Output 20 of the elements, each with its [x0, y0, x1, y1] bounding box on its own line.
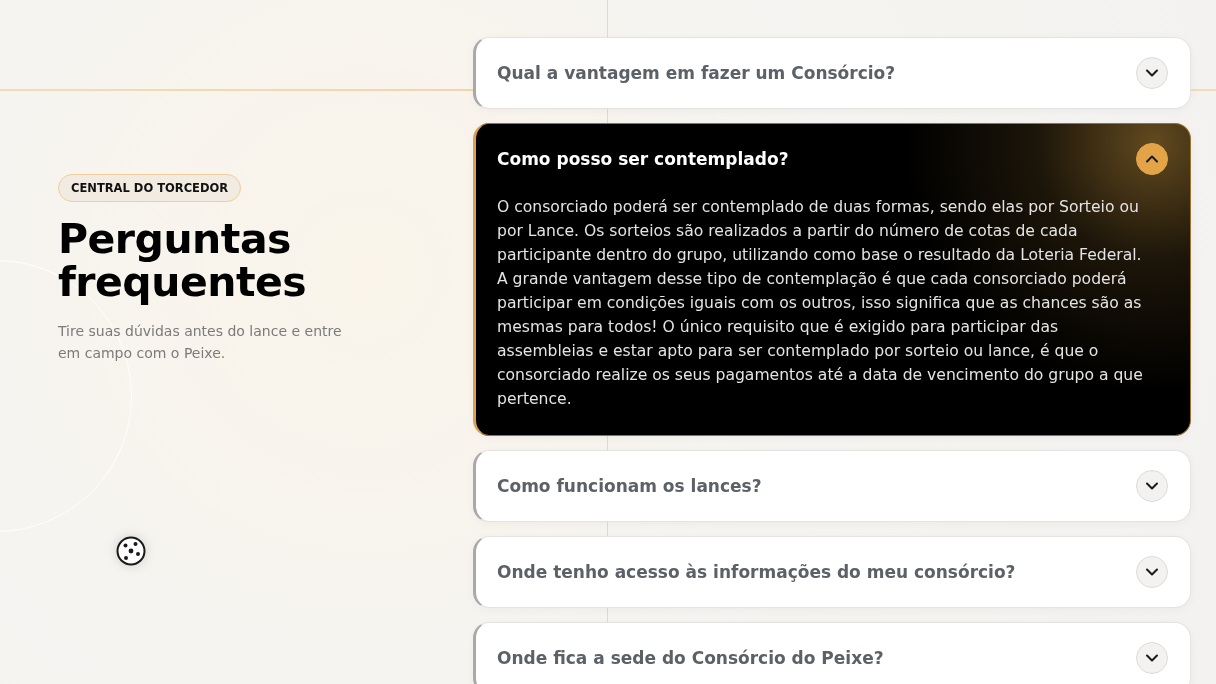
chevron-down-icon [1146, 69, 1158, 77]
soccer-ball-icon [116, 536, 146, 566]
expand-button[interactable] [1136, 556, 1168, 588]
chevron-up-icon [1146, 155, 1158, 163]
faq-answer: O consorciado poderá ser contemplado de duas formas, sendo elas por Sorteio ou por Lance. Os sorteios são realizados a partir do número de cotas de cada participante dentro do grupo, utilizando como base o resultado da Loteria Federal. A grande vantagem desse tipo de contemplação é que cada consorciado poderá participar em condições iguais com os outros, isso significa que as chances são as mesmas para todos! O único requisito que é exigido para participar das assembleias e estar apto para ser contemplado por sorteio ou lance, é que o consorciado realize os seus pagamentos até a data de vencimento do grupo a que pertence. [496, 197, 1144, 410]
expand-button[interactable] [1136, 470, 1168, 502]
expand-button[interactable] [1136, 57, 1168, 89]
expand-button[interactable] [1136, 642, 1168, 674]
faq-question[interactable]: Como funcionam os lances? [497, 476, 762, 496]
collapse-button[interactable] [1136, 143, 1168, 175]
chevron-down-icon [1146, 568, 1158, 576]
section-badge: CENTRAL DO TORCEDOR [58, 174, 242, 202]
faq-question[interactable]: Qual a vantagem em fazer um Consórcio? [497, 63, 896, 83]
faq-question[interactable]: Onde tenho acesso às informações do meu consórcio? [497, 562, 1016, 582]
page-title: Perguntas frequentes [58, 218, 308, 304]
faq-question[interactable]: Como posso ser contemplado? [497, 149, 789, 169]
faq-question[interactable]: Onde fica a sede do Consórcio do Peixe? [497, 648, 884, 668]
chevron-down-icon [1146, 654, 1158, 662]
page-subtitle: Tire suas dúvidas antes do lance e entre em campo com o Peixe. [58, 322, 343, 363]
chevron-down-icon [1146, 482, 1158, 490]
